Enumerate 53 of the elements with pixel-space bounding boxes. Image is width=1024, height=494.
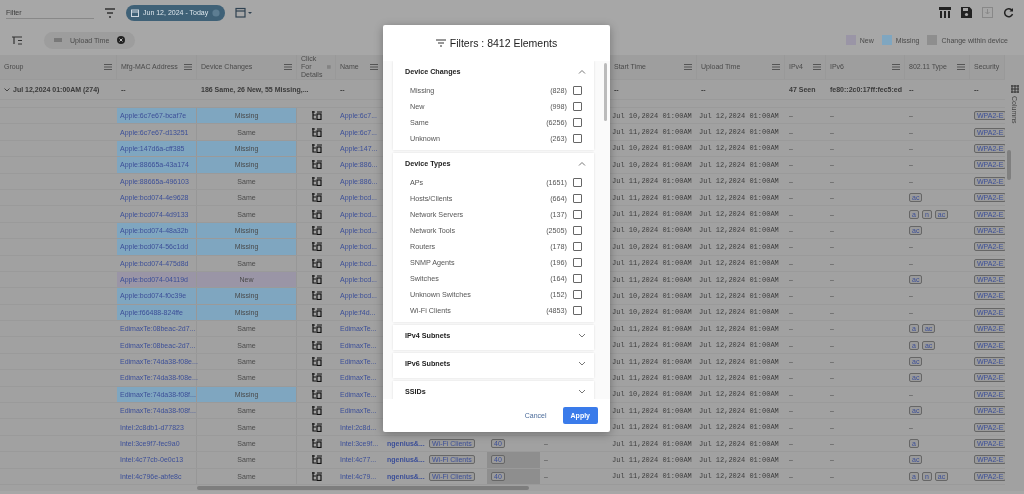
save-icon[interactable]: [961, 7, 972, 18]
device-tree-icon[interactable]: [311, 127, 322, 137]
checkbox[interactable]: [573, 133, 582, 143]
device-tree-icon[interactable]: [311, 209, 322, 219]
checkbox[interactable]: [573, 241, 582, 251]
device-tree-icon[interactable]: [311, 291, 322, 301]
checkbox[interactable]: [573, 257, 582, 267]
device-tree-icon[interactable]: [311, 225, 322, 235]
device-tree-icon[interactable]: [311, 471, 322, 481]
device-tree-icon[interactable]: [311, 160, 322, 170]
checkbox[interactable]: [573, 193, 582, 203]
chevron-icon[interactable]: [4, 87, 10, 92]
device-tree-icon[interactable]: [311, 340, 322, 350]
checkbox[interactable]: [573, 101, 582, 111]
device-tree-icon[interactable]: [311, 111, 322, 121]
filter-icon: [435, 39, 446, 47]
device-tree-icon[interactable]: [311, 176, 322, 186]
group-icon[interactable]: [12, 35, 22, 45]
device-tree-icon[interactable]: [311, 258, 322, 268]
device-tree-icon[interactable]: [311, 422, 322, 432]
calendar-icon: [131, 8, 139, 17]
scrollbar-thumb[interactable]: [1007, 150, 1011, 180]
checkbox[interactable]: [573, 305, 582, 315]
device-tree-icon[interactable]: [311, 242, 322, 252]
checkbox[interactable]: [573, 117, 582, 127]
table-columns-icon[interactable]: [939, 7, 951, 18]
dialog-title: Filters : 8412 Elements: [449, 37, 558, 49]
drag-handle-icon[interactable]: [54, 38, 62, 42]
checkbox[interactable]: [573, 209, 582, 219]
checkbox[interactable]: [573, 177, 582, 187]
checkbox[interactable]: [573, 289, 582, 299]
device-tree-icon[interactable]: [311, 275, 322, 285]
grid-icon[interactable]: [1010, 85, 1019, 93]
scrollbar-thumb[interactable]: [604, 63, 607, 121]
device-tree-icon[interactable]: [311, 389, 322, 399]
device-tree-icon[interactable]: [311, 143, 322, 153]
device-tree-icon[interactable]: [311, 439, 322, 448]
device-tree-icon[interactable]: [311, 373, 322, 383]
chevron-icon[interactable]: [578, 389, 586, 394]
chevron-icon[interactable]: [578, 361, 586, 366]
device-tree-icon[interactable]: [311, 307, 322, 317]
filter-icon[interactable]: [104, 7, 116, 18]
device-tree-icon[interactable]: [311, 324, 322, 334]
device-tree-icon[interactable]: [311, 357, 322, 367]
device-tree-icon[interactable]: [311, 193, 322, 203]
checkbox[interactable]: [573, 273, 582, 283]
calendar-icon[interactable]: [235, 7, 254, 18]
chevron-icon[interactable]: [578, 333, 586, 338]
refresh-icon[interactable]: [1003, 7, 1014, 18]
device-tree-icon[interactable]: [311, 406, 322, 416]
checkbox[interactable]: [573, 225, 582, 235]
checkbox[interactable]: [573, 85, 582, 95]
device-tree-icon[interactable]: [311, 455, 322, 465]
